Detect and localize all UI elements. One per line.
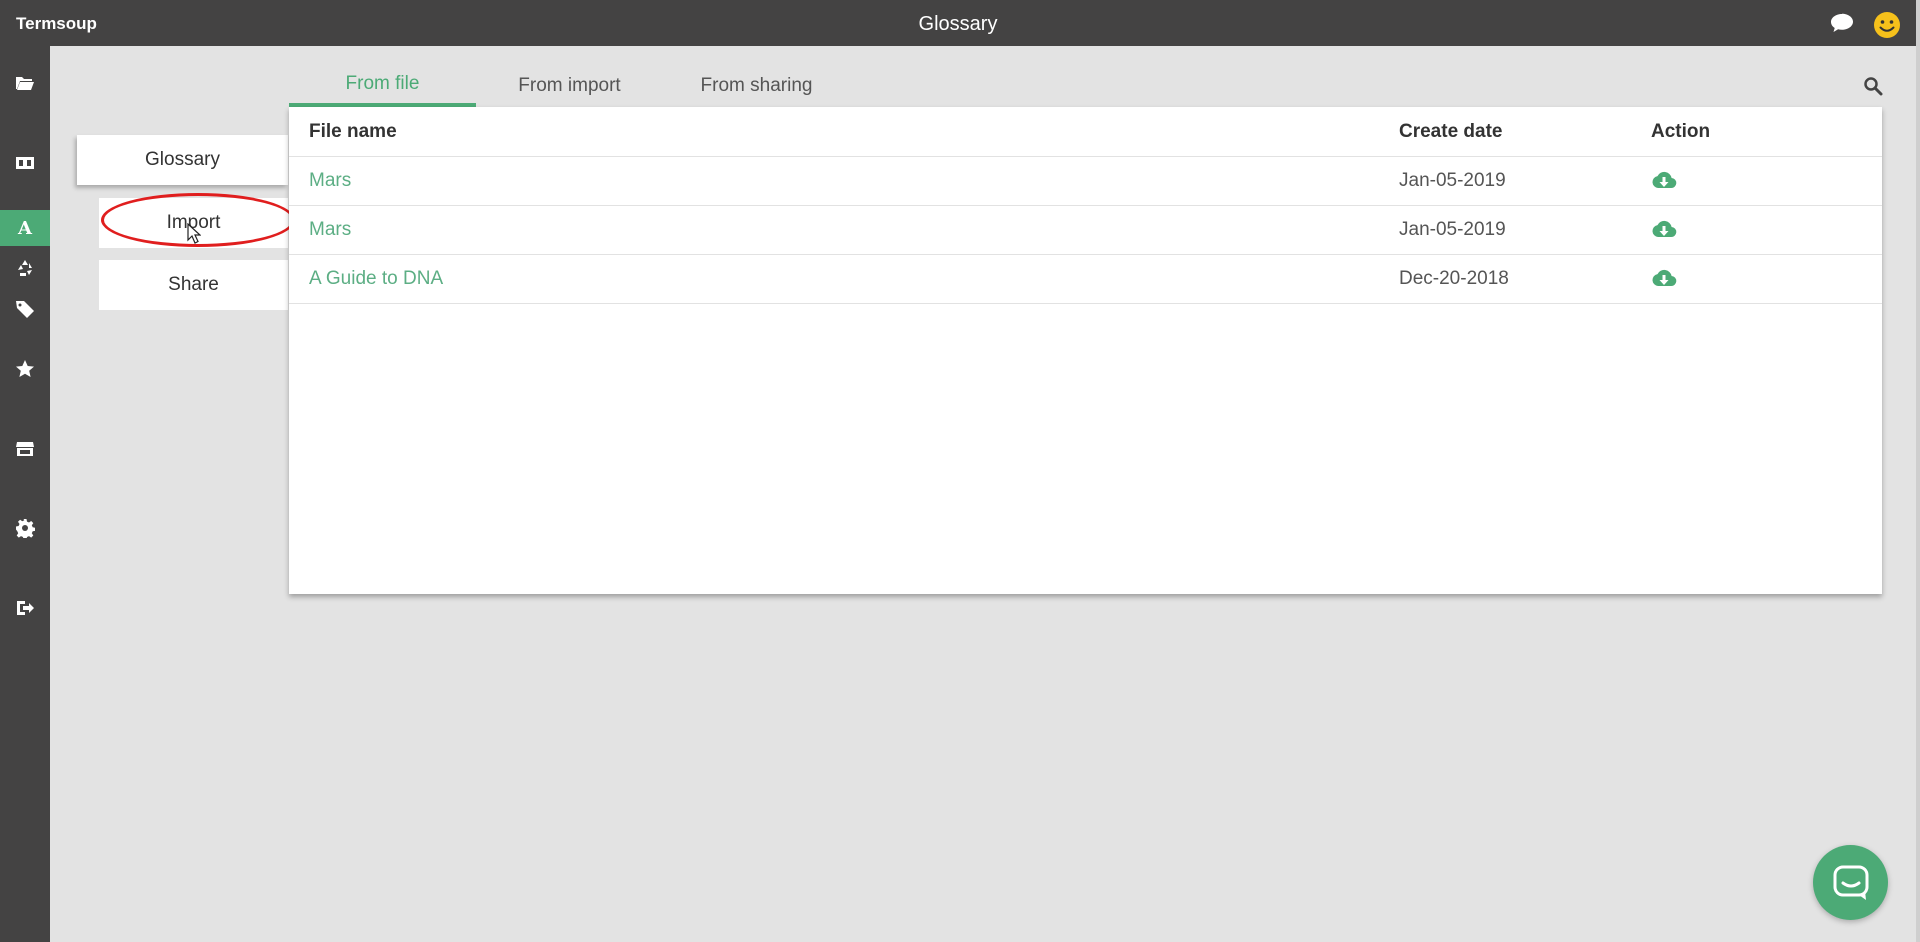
search-icon[interactable] bbox=[1863, 76, 1883, 96]
glossary-icon: A bbox=[18, 217, 32, 239]
recycle-icon bbox=[18, 260, 32, 276]
chat-bubble-icon bbox=[1833, 865, 1868, 900]
cloud-download-icon bbox=[1652, 269, 1677, 286]
download-button[interactable] bbox=[1651, 156, 1677, 205]
table-row: Mars Jan-05-2019 bbox=[289, 205, 1882, 255]
table-header: File name Create date Action bbox=[289, 107, 1882, 157]
window-edge bbox=[1916, 46, 1920, 942]
sidebar-item-tags[interactable] bbox=[0, 291, 50, 327]
tab-from-import[interactable]: From import bbox=[476, 64, 663, 108]
header-action: Action bbox=[1651, 120, 1711, 142]
create-date: Jan-05-2019 bbox=[1399, 218, 1506, 240]
sidebar-item-recycle[interactable] bbox=[0, 250, 50, 286]
sidebar-item-settings[interactable] bbox=[0, 510, 50, 546]
glossary-table: File name Create date Action Mars Jan-05… bbox=[289, 107, 1882, 594]
top-bar: Termsoup Glossary bbox=[0, 0, 1920, 46]
file-name-link[interactable]: Mars bbox=[309, 205, 351, 254]
sidebar-item-store[interactable] bbox=[0, 431, 50, 467]
subnav-share[interactable]: Share bbox=[99, 260, 288, 310]
cloud-download-icon bbox=[1652, 171, 1677, 188]
table-row: Mars Jan-05-2019 bbox=[289, 156, 1882, 206]
store-icon bbox=[16, 442, 34, 456]
tag-icon bbox=[16, 301, 34, 318]
sidebar: A bbox=[0, 46, 50, 942]
tab-from-file[interactable]: From file bbox=[289, 64, 476, 108]
file-name-link[interactable]: Mars bbox=[309, 156, 351, 205]
page-title: Glossary bbox=[918, 13, 998, 35]
table-row: A Guide to DNA Dec-20-2018 bbox=[289, 254, 1882, 304]
create-date: Dec-20-2018 bbox=[1399, 267, 1509, 289]
header-file-name: File name bbox=[309, 120, 397, 142]
download-button[interactable] bbox=[1651, 205, 1677, 254]
tab-from-sharing[interactable]: From sharing bbox=[663, 64, 850, 108]
gear-icon bbox=[16, 519, 35, 538]
sidebar-item-glossary[interactable]: A bbox=[0, 210, 50, 246]
translate-icon bbox=[16, 157, 34, 169]
download-button[interactable] bbox=[1651, 254, 1677, 303]
file-name-link[interactable]: A Guide to DNA bbox=[309, 254, 443, 303]
brand-logo[interactable]: Termsoup bbox=[16, 14, 97, 34]
create-date: Jan-05-2019 bbox=[1399, 169, 1506, 191]
cloud-download-icon bbox=[1652, 220, 1677, 237]
sidebar-item-favorites[interactable] bbox=[0, 351, 50, 387]
folder-open-icon bbox=[16, 77, 34, 90]
smiley-icon[interactable] bbox=[1873, 11, 1901, 39]
subnav-glossary[interactable]: Glossary bbox=[77, 135, 288, 185]
header-create-date: Create date bbox=[1399, 120, 1503, 142]
mouse-cursor-icon bbox=[187, 223, 201, 244]
support-chat-button[interactable] bbox=[1813, 845, 1888, 920]
sidebar-item-logout[interactable] bbox=[0, 590, 50, 626]
sidebar-item-files[interactable] bbox=[0, 65, 50, 101]
sign-out-icon bbox=[17, 601, 34, 615]
chat-icon[interactable] bbox=[1830, 13, 1854, 33]
star-icon bbox=[16, 360, 34, 377]
sidebar-item-translate[interactable] bbox=[0, 145, 50, 181]
